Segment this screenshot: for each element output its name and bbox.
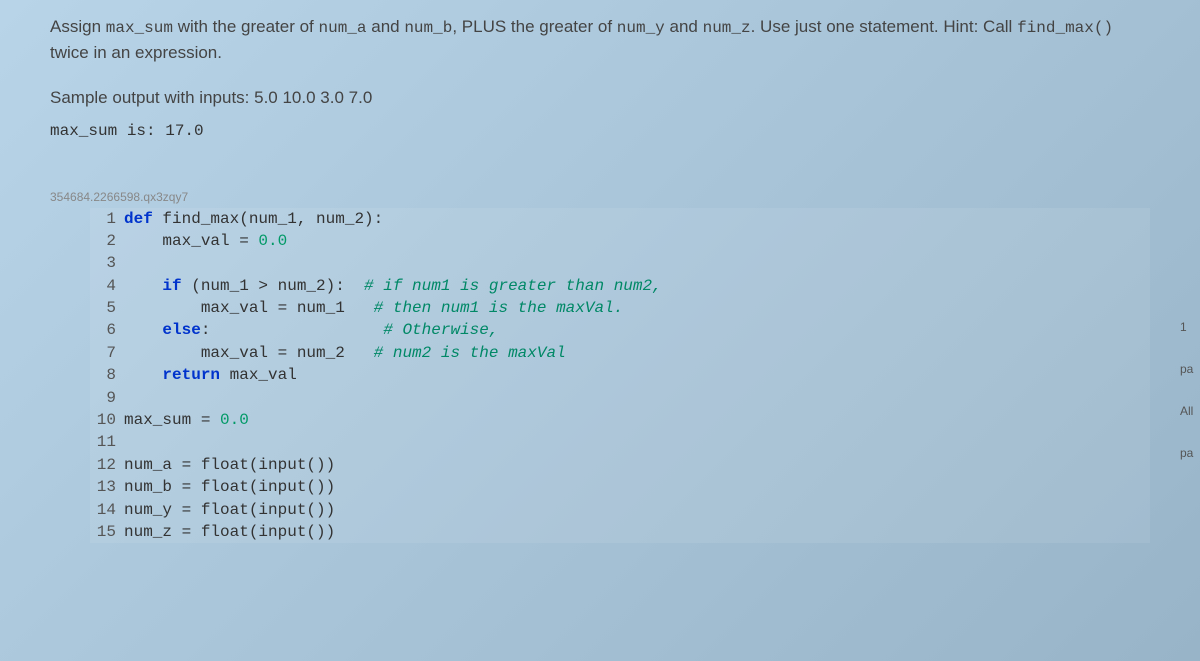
code-text: : [201, 319, 383, 341]
side-item-pa2: pa [1178, 436, 1200, 470]
keyword-if: if [162, 275, 181, 297]
line-number: 13 [90, 476, 116, 498]
code-line-5: 5 max_val = num_1 # then num1 is the max… [90, 297, 1150, 319]
sample-output-value: max_sum is: 17.0 [50, 122, 1150, 140]
instr-text: with the greater of [173, 17, 319, 36]
line-number: 6 [90, 319, 116, 341]
instr-text: , PLUS the greater of [452, 17, 616, 36]
comment: # then num1 is the maxVal. [374, 297, 624, 319]
code-text: max_sum = [124, 409, 220, 431]
line-number: 1 [90, 208, 116, 230]
code-text: max_val [220, 364, 297, 386]
side-panel: 1 pa All pa [1178, 310, 1200, 478]
code-token-num-y: num_y [617, 19, 665, 37]
line-number: 10 [90, 409, 116, 431]
line-number: 5 [90, 297, 116, 319]
code-text: num_z = float(input()) [124, 521, 335, 543]
sample-output-label: Sample output with inputs: 5.0 10.0 3.0 … [50, 88, 1150, 108]
line-number: 7 [90, 342, 116, 364]
code-line-7: 7 max_val = num_2 # num2 is the maxVal [90, 342, 1150, 364]
code-line-10: 10 max_sum = 0.0 [90, 409, 1150, 431]
code-token-max-sum: max_sum [106, 19, 173, 37]
code-line-15: 15 num_z = float(input()) [90, 521, 1150, 543]
code-line-2: 2 max_val = 0.0 [90, 230, 1150, 252]
side-item-1: 1 [1178, 310, 1200, 344]
code-token-find-max: find_max() [1017, 19, 1113, 37]
code-line-14: 14 num_y = float(input()) [90, 499, 1150, 521]
comment: # if num1 is greater than num2, [364, 275, 662, 297]
line-number: 11 [90, 431, 116, 453]
line-number: 9 [90, 387, 116, 409]
code-text [124, 275, 162, 297]
comment: # Otherwise, [383, 319, 498, 341]
instruction-text: Assign max_sum with the greater of num_a… [50, 14, 1150, 66]
keyword-return: return [162, 364, 220, 386]
instr-text: and [367, 17, 405, 36]
number-literal: 0.0 [220, 409, 249, 431]
side-item-all: All [1178, 394, 1200, 428]
code-token-num-a: num_a [319, 19, 367, 37]
code-text: (num_1 > num_2): [182, 275, 364, 297]
line-number: 15 [90, 521, 116, 543]
code-token-num-z: num_z [703, 19, 751, 37]
code-text: find_max(num_1, num_2): [153, 208, 383, 230]
keyword-def: def [124, 208, 153, 230]
code-text: max_val = num_2 [124, 342, 374, 364]
code-line-13: 13 num_b = float(input()) [90, 476, 1150, 498]
number-literal: 0.0 [258, 230, 287, 252]
instr-text: Assign [50, 17, 106, 36]
instr-text: and [665, 17, 703, 36]
code-line-6: 6 else: # Otherwise, [90, 319, 1150, 341]
keyword-else: else [162, 319, 200, 341]
side-item-pa: pa [1178, 352, 1200, 386]
code-text: num_y = float(input()) [124, 499, 335, 521]
code-line-9: 9 [90, 387, 1150, 409]
code-line-11: 11 [90, 431, 1150, 453]
code-editor[interactable]: 1 def find_max(num_1, num_2): 2 max_val =… [90, 208, 1150, 544]
code-token-num-b: num_b [404, 19, 452, 37]
code-text [124, 319, 162, 341]
code-line-1: 1 def find_max(num_1, num_2): [90, 208, 1150, 230]
code-line-3: 3 [90, 252, 1150, 274]
code-text: num_a = float(input()) [124, 454, 335, 476]
line-number: 8 [90, 364, 116, 386]
code-text [124, 364, 162, 386]
comment: # num2 is the maxVal [374, 342, 566, 364]
code-line-8: 8 return max_val [90, 364, 1150, 386]
code-text: max_val = num_1 [124, 297, 374, 319]
instr-text: . Use just one statement. Hint: Call [751, 17, 1017, 36]
code-text: max_val = [124, 230, 258, 252]
question-content: Assign max_sum with the greater of num_a… [0, 0, 1200, 553]
line-number: 12 [90, 454, 116, 476]
code-line-4: 4 if (num_1 > num_2): # if num1 is great… [90, 275, 1150, 297]
code-line-12: 12 num_a = float(input()) [90, 454, 1150, 476]
question-id: 354684.2266598.qx3zqy7 [50, 190, 1150, 204]
line-number: 4 [90, 275, 116, 297]
code-text: num_b = float(input()) [124, 476, 335, 498]
instr-text: twice in an expression. [50, 43, 222, 62]
line-number: 2 [90, 230, 116, 252]
line-number: 14 [90, 499, 116, 521]
line-number: 3 [90, 252, 116, 274]
